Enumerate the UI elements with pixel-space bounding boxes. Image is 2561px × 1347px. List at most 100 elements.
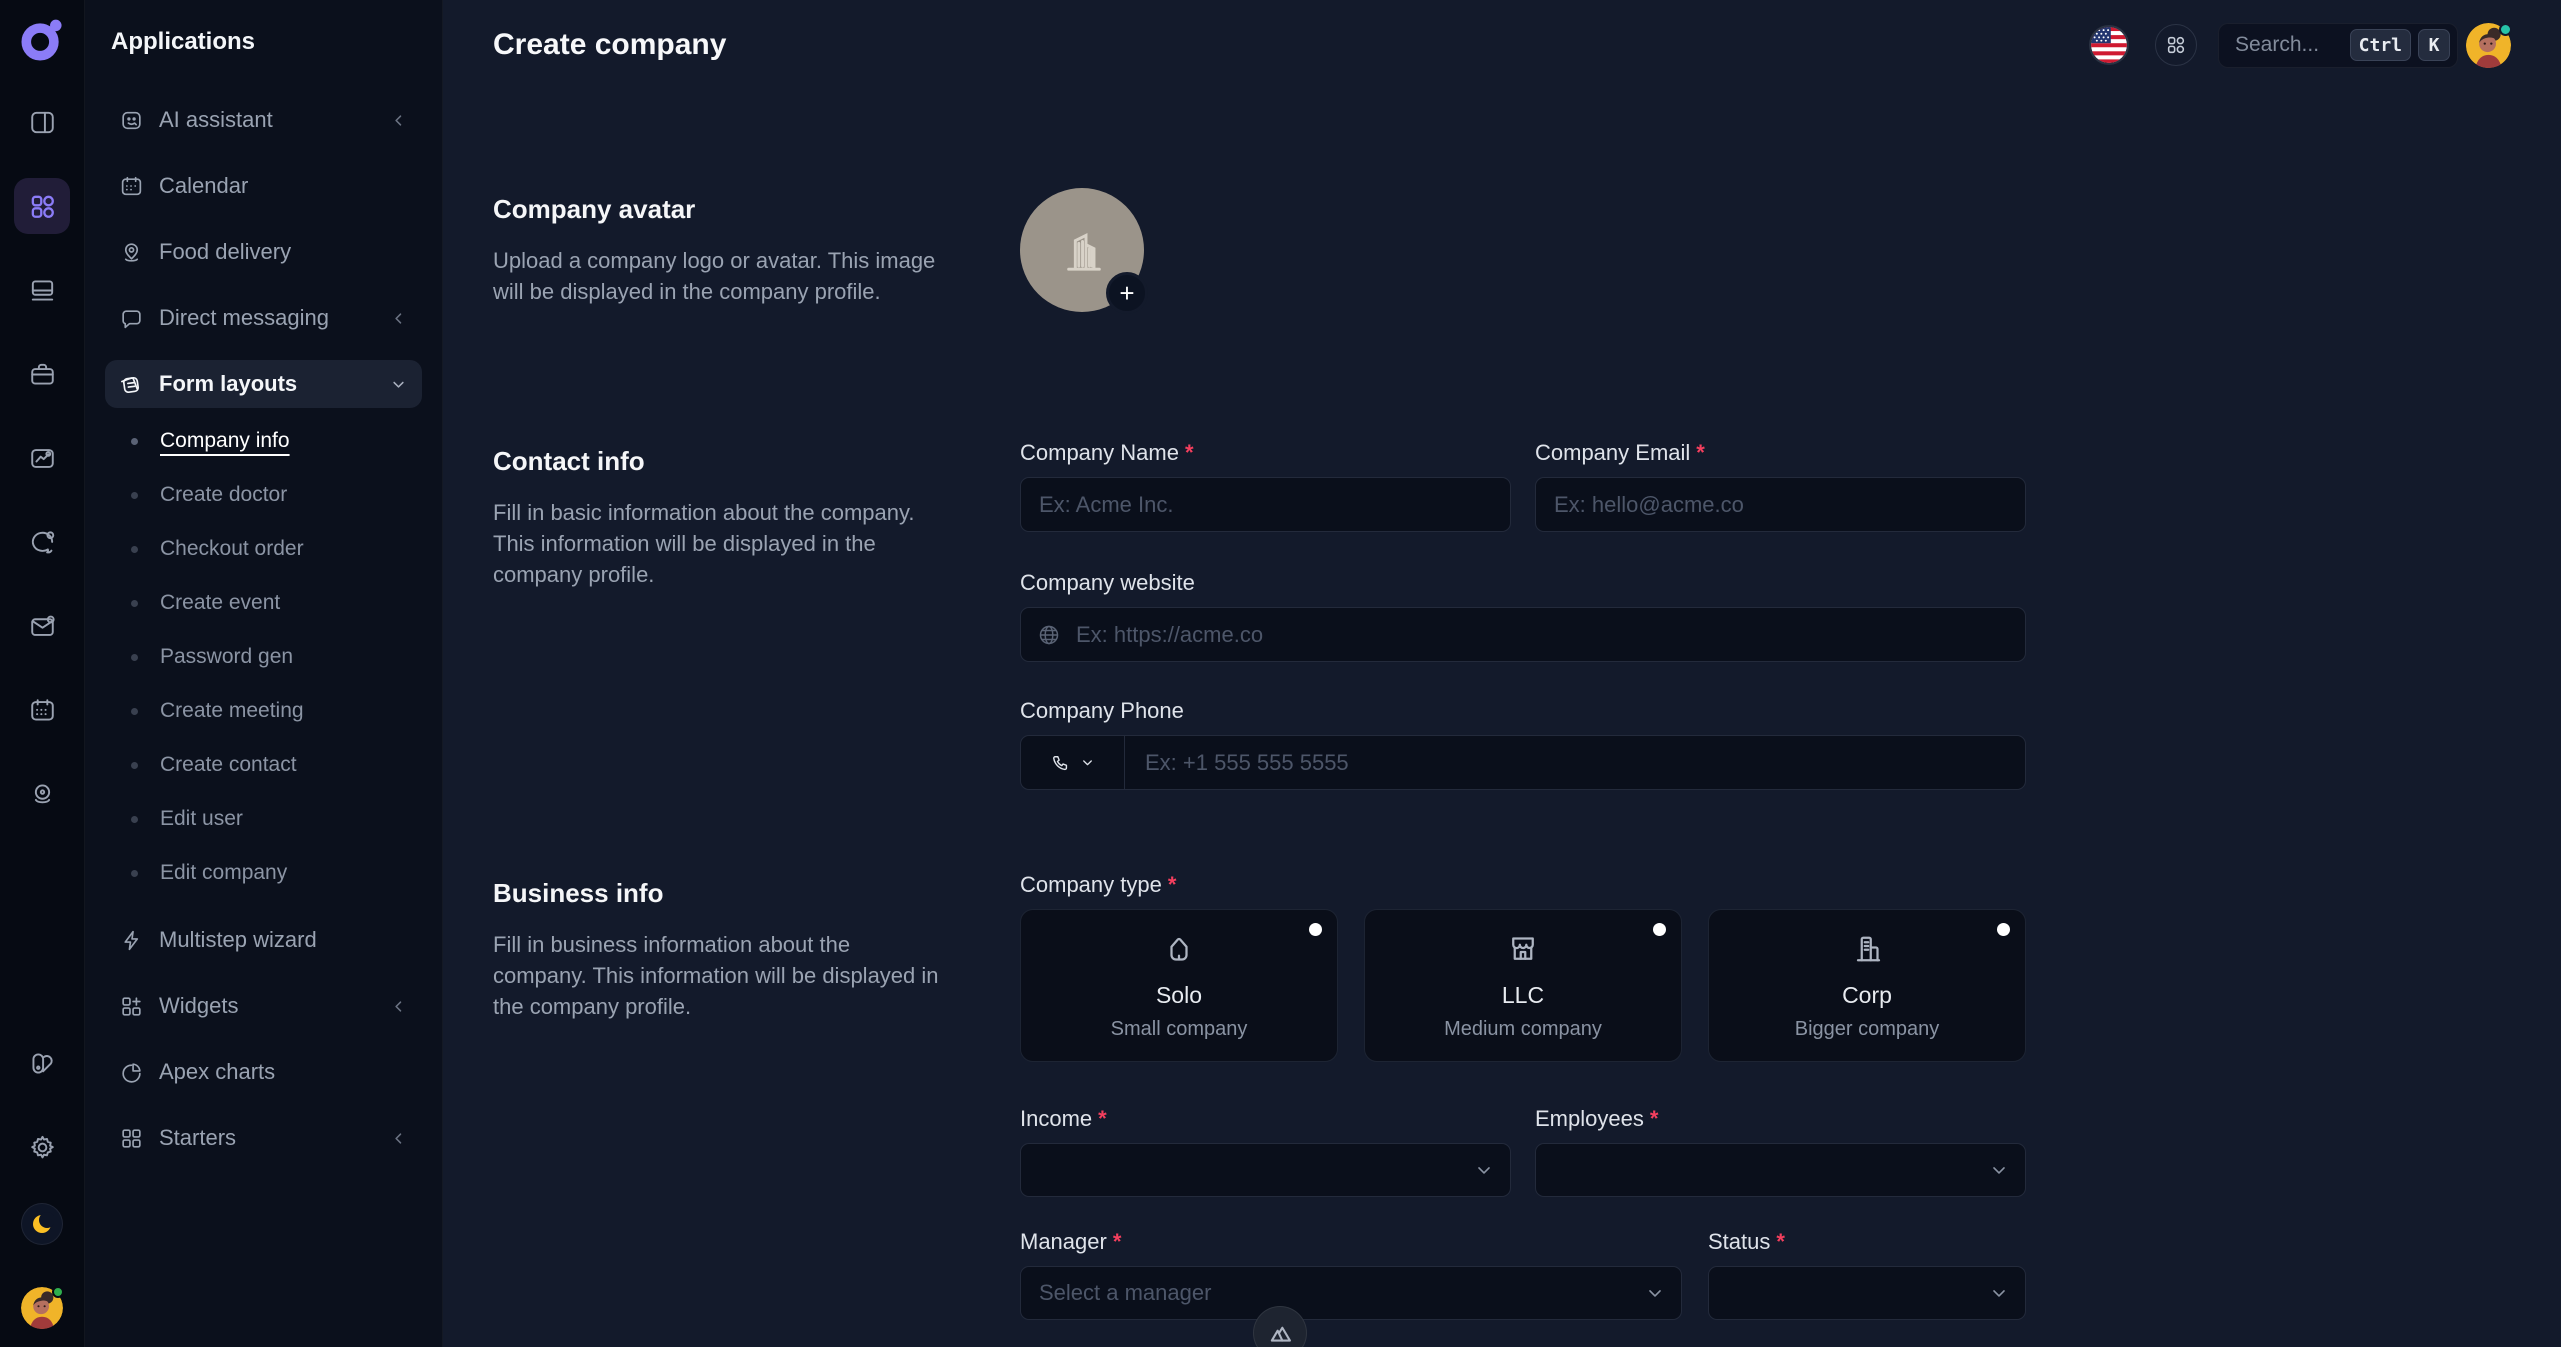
- chevron-down-icon: [1645, 1283, 1665, 1303]
- chevron-down-icon: [1989, 1283, 2009, 1303]
- submenu-item-company-info[interactable]: Company info: [105, 426, 422, 456]
- sidebar-item-calendar[interactable]: Calendar: [105, 162, 422, 210]
- nuxt-logo-icon: [1266, 1319, 1294, 1347]
- chat-bubble-icon[interactable]: [20, 520, 64, 564]
- submenu-item-create-contact[interactable]: Create contact: [105, 750, 422, 780]
- phone-icon: [1051, 753, 1071, 773]
- panel-rows-icon[interactable]: [20, 268, 64, 312]
- status-select[interactable]: [1708, 1266, 2026, 1320]
- section-company-avatar: Company avatar Upload a company logo or …: [493, 188, 2511, 312]
- sidebar-item-multistep-wizard[interactable]: Multistep wizard: [105, 916, 422, 964]
- user-avatar[interactable]: [2466, 23, 2511, 68]
- robot-face-icon: [119, 108, 144, 133]
- field-company-website: Company website: [1020, 570, 2026, 662]
- brand-logo[interactable]: [0, 0, 84, 80]
- company-phone-input[interactable]: [1125, 736, 2025, 789]
- company-email-input[interactable]: [1535, 477, 2026, 532]
- sidebar-item-label: Widgets: [159, 993, 389, 1019]
- pie-chart-icon: [119, 1060, 144, 1085]
- submenu-item-edit-user[interactable]: Edit user: [105, 804, 422, 834]
- submenu-item-edit-company[interactable]: Edit company: [105, 858, 422, 888]
- language-flag-button[interactable]: [2089, 25, 2129, 65]
- chevron-down-icon: [1989, 1160, 2009, 1180]
- field-company-name: Company Name*: [1020, 440, 1511, 532]
- radio-indicator: [1309, 923, 1322, 936]
- calendar-rail-icon[interactable]: [20, 688, 64, 732]
- income-select[interactable]: [1020, 1143, 1511, 1197]
- manager-select[interactable]: Select a manager: [1020, 1266, 1682, 1320]
- moon-icon: [30, 1212, 54, 1236]
- bullet-dot: [131, 492, 138, 499]
- radio-indicator: [1653, 923, 1666, 936]
- submenu-item-checkout-order[interactable]: Checkout order: [105, 534, 422, 564]
- bullet-dot: [131, 816, 138, 823]
- analytics-image-icon[interactable]: [20, 436, 64, 480]
- design-swatch-icon[interactable]: [20, 1041, 64, 1085]
- field-manager: Manager* Select a manager: [1020, 1229, 1682, 1320]
- search-input[interactable]: Search... Ctrl K: [2218, 23, 2458, 68]
- rail-nav: [0, 80, 84, 836]
- online-status-dot: [2499, 23, 2512, 36]
- company-type-card-solo[interactable]: Solo Small company: [1020, 909, 1338, 1062]
- field-company-email: Company Email*: [1535, 440, 2026, 532]
- sidebar-item-label: Apex charts: [159, 1059, 408, 1085]
- briefcase-icon[interactable]: [20, 352, 64, 396]
- bullet-dot: [131, 762, 138, 769]
- submenu-label: Checkout order: [160, 537, 304, 561]
- zap-icon: [119, 928, 144, 953]
- panel-layout-icon[interactable]: [20, 100, 64, 144]
- submenu-item-create-meeting[interactable]: Create meeting: [105, 696, 422, 726]
- company-type-card-llc[interactable]: LLC Medium company: [1364, 909, 1682, 1062]
- required-asterisk: *: [1113, 1229, 1122, 1255]
- main-header: Create company: [493, 0, 2511, 84]
- rail-user-avatar[interactable]: [21, 1287, 63, 1329]
- sidebar-item-label: Calendar: [159, 173, 408, 199]
- sidebar-item-food-delivery[interactable]: Food delivery: [105, 228, 422, 276]
- kbd-k: K: [2418, 29, 2450, 61]
- company-name-input[interactable]: [1020, 477, 1511, 532]
- section-intro: Contact info Fill in basic information a…: [493, 440, 1020, 590]
- rail-bottom-group: [20, 1021, 64, 1347]
- sidebar-item-apex-charts[interactable]: Apex charts: [105, 1048, 422, 1096]
- sidebar-item-ai-assistant[interactable]: AI assistant: [105, 96, 422, 144]
- phone-country-select[interactable]: [1021, 736, 1125, 789]
- section-description: Fill in basic information about the comp…: [493, 497, 945, 590]
- chevron-left-icon: [389, 309, 408, 328]
- sidebar-item-label: Starters: [159, 1125, 389, 1151]
- bullet-dot: [131, 708, 138, 715]
- submenu-item-create-event[interactable]: Create event: [105, 588, 422, 618]
- company-type-card-corp[interactable]: Corp Bigger company: [1708, 909, 2026, 1062]
- submenu-item-create-doctor[interactable]: Create doctor: [105, 480, 422, 510]
- submenu-item-password-gen[interactable]: Password gen: [105, 642, 422, 672]
- sidebar-item-label: Direct messaging: [159, 305, 389, 331]
- sidebar-item-form-layouts[interactable]: Form layouts: [105, 360, 422, 408]
- company-avatar-upload[interactable]: +: [1020, 188, 1144, 312]
- field-status: Status*: [1708, 1229, 2026, 1320]
- employees-select[interactable]: [1535, 1143, 2026, 1197]
- company-website-input[interactable]: [1020, 607, 2026, 662]
- type-description: Medium company: [1444, 1018, 1602, 1041]
- sidebar-item-starters[interactable]: Starters: [105, 1114, 422, 1162]
- form-layouts-icon: [119, 372, 144, 397]
- section-title: Contact info: [493, 446, 1020, 477]
- apps-launcher-button[interactable]: [2155, 24, 2197, 66]
- sidebar-item-direct-messaging[interactable]: Direct messaging: [105, 294, 422, 342]
- required-asterisk: *: [1650, 1106, 1659, 1132]
- field-label: Company website: [1020, 570, 1195, 596]
- apps-grid-icon[interactable]: [14, 178, 70, 234]
- map-pin-icon: [119, 240, 144, 265]
- mail-icon[interactable]: [20, 604, 64, 648]
- bullet-dot: [131, 546, 138, 553]
- avatar-add-button[interactable]: +: [1106, 272, 1148, 314]
- field-label: Employees: [1535, 1106, 1644, 1132]
- field-label: Company type: [1020, 872, 1162, 898]
- sidebar-item-widgets[interactable]: Widgets: [105, 982, 422, 1030]
- section-description: Fill in business information about the c…: [493, 929, 945, 1022]
- webcam-icon[interactable]: [20, 772, 64, 816]
- sidebar-item-label: Food delivery: [159, 239, 408, 265]
- main-content: Create company: [443, 0, 2561, 1347]
- theme-toggle-button[interactable]: [21, 1203, 63, 1245]
- grid-icon: [119, 1126, 144, 1151]
- settings-gear-icon[interactable]: [20, 1125, 64, 1169]
- field-label: Company Email: [1535, 440, 1690, 466]
